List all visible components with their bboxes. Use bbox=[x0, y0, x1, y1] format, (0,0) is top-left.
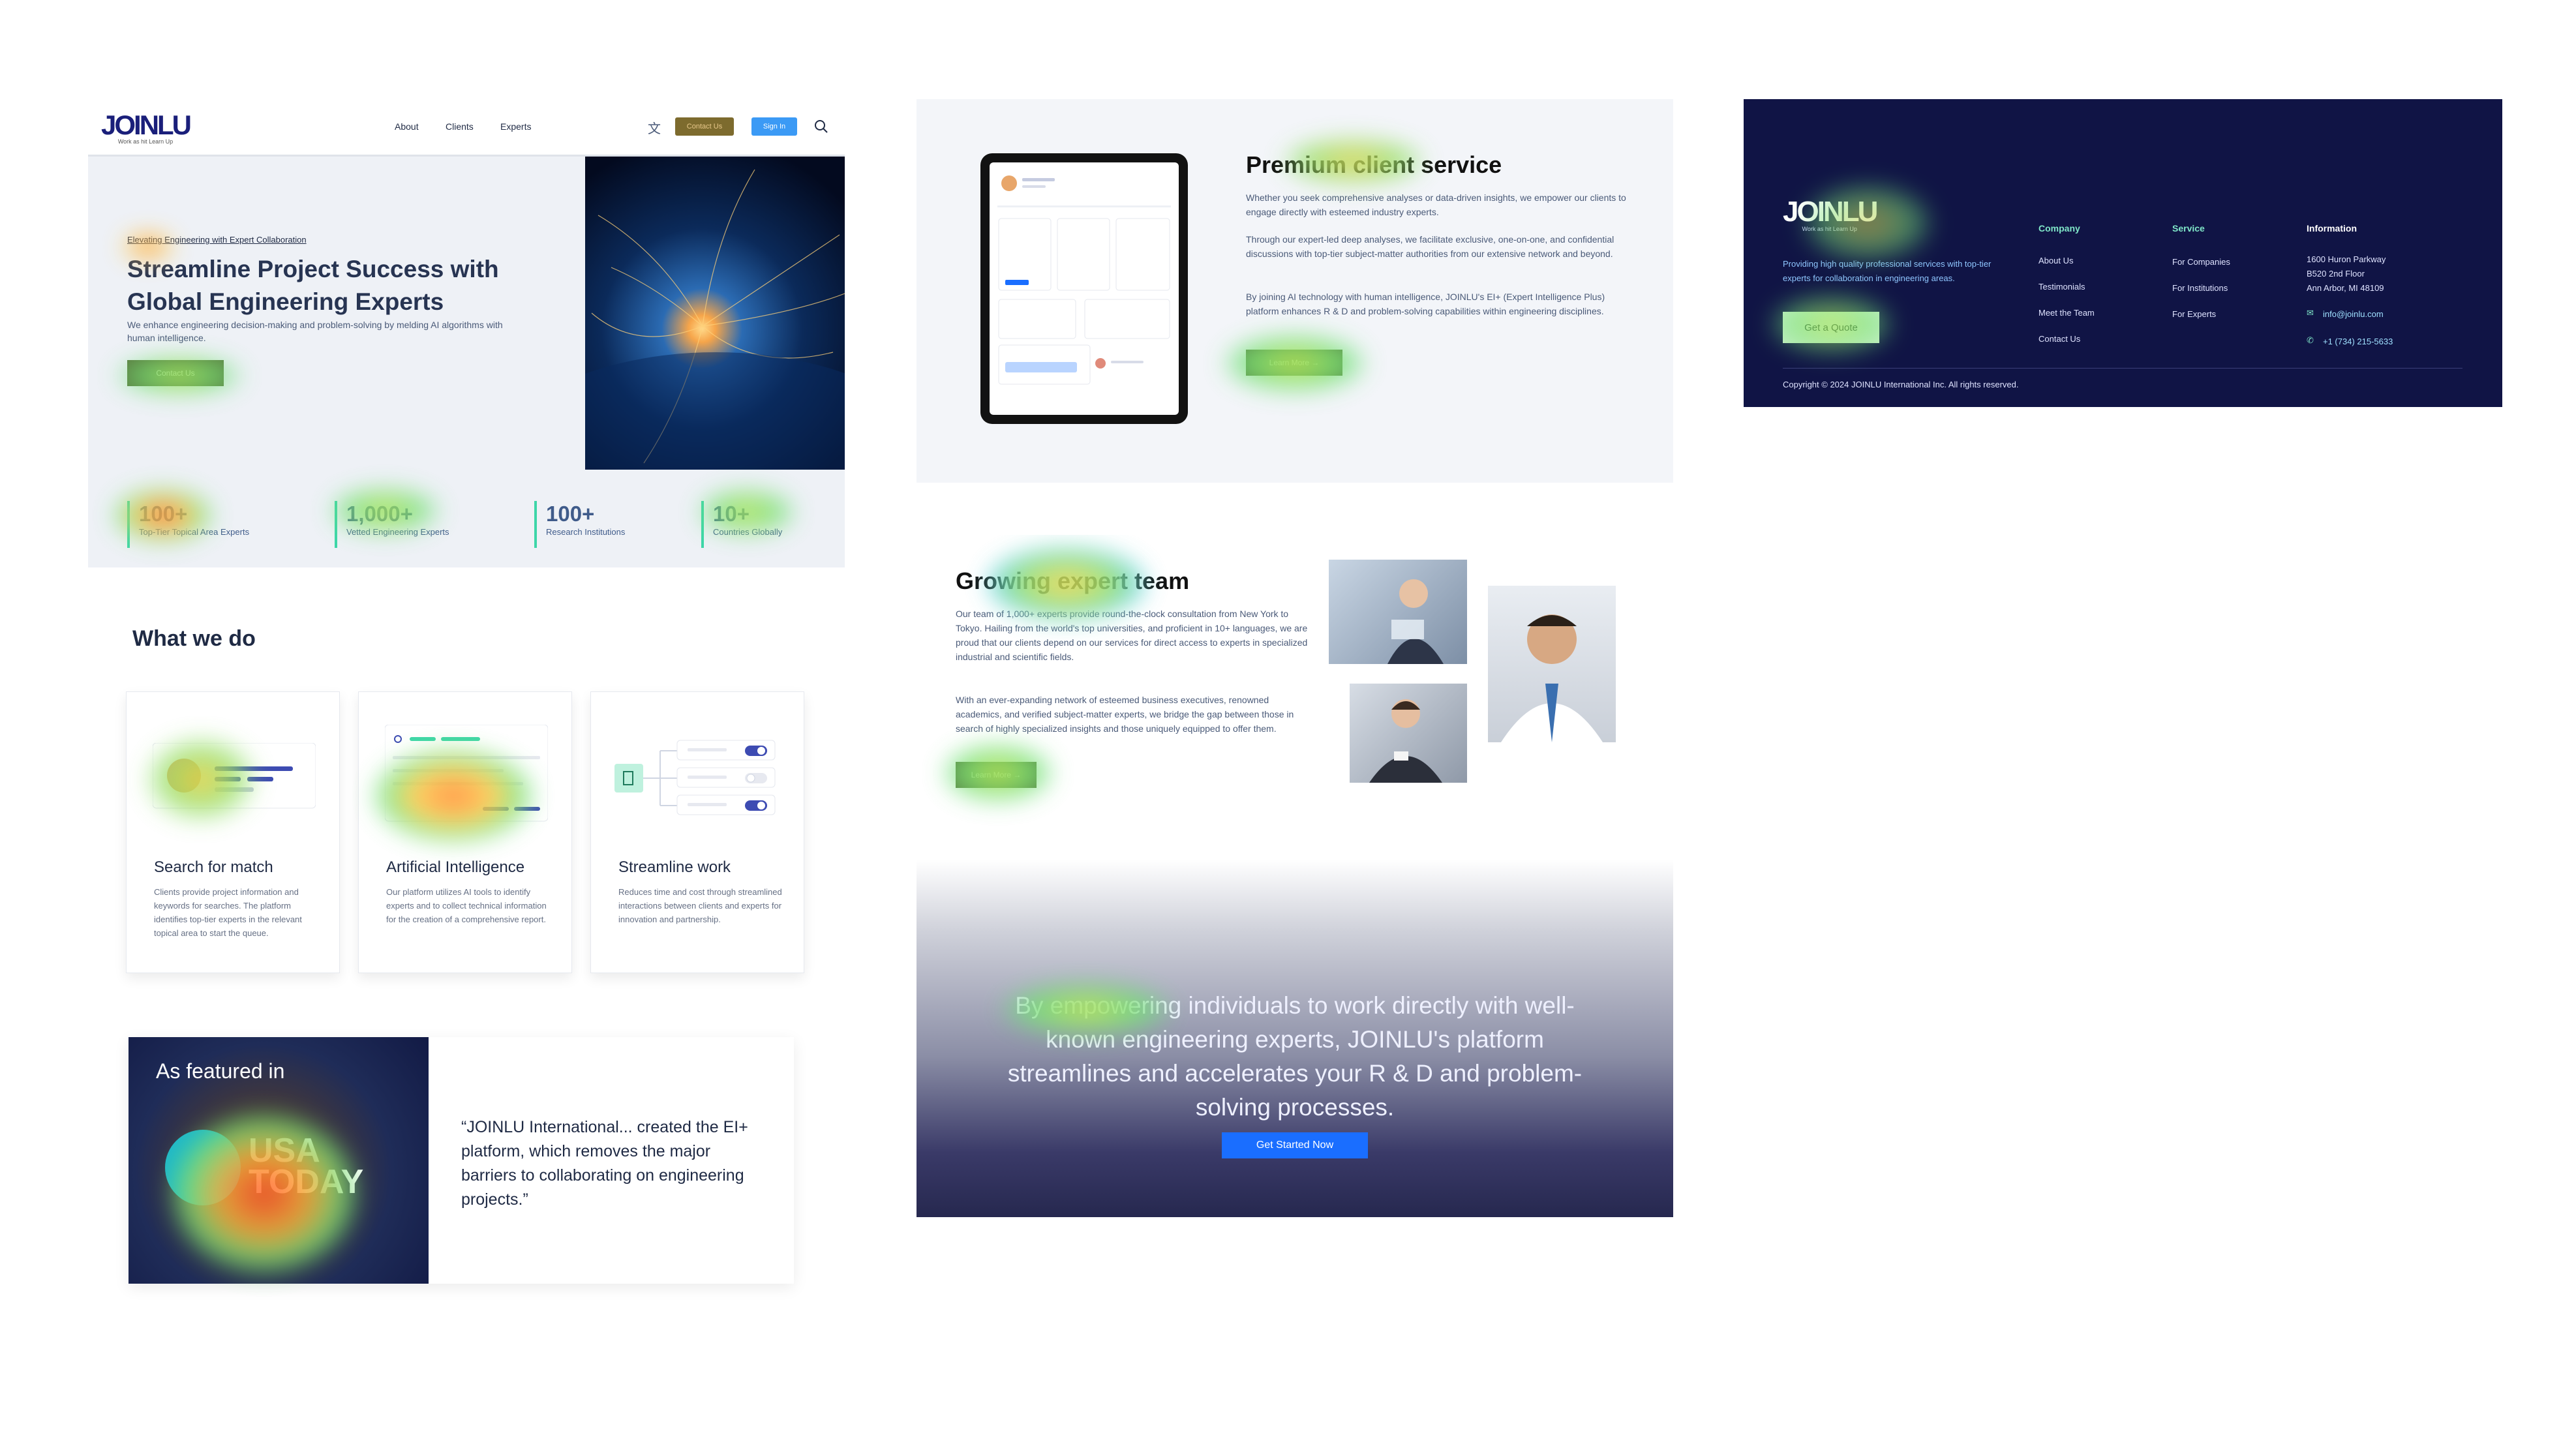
usa-today-logo: USA TODAY bbox=[249, 1132, 364, 1201]
footer-company-heading: Company bbox=[2038, 223, 2080, 234]
footer-link-testimonials[interactable]: Testimonials bbox=[2038, 282, 2085, 292]
footer-service-heading: Service bbox=[2172, 223, 2205, 234]
stat-label: Research Institutions bbox=[546, 527, 626, 537]
expert-photo-doctor bbox=[1488, 586, 1616, 742]
footer-link-about[interactable]: About Us bbox=[2038, 256, 2073, 265]
stat-value: 100+ bbox=[139, 502, 188, 526]
feature-card-streamline: Streamline work Reduces time and cost th… bbox=[590, 691, 804, 973]
get-started-banner: By empowering individuals to work direct… bbox=[917, 860, 1673, 1217]
sign-in-button[interactable]: Sign In bbox=[751, 117, 797, 136]
stat-value: 10+ bbox=[713, 502, 750, 526]
stat-value: 1,000+ bbox=[346, 502, 413, 526]
footer-email-link[interactable]: info@joinlu.com bbox=[2323, 309, 2384, 319]
ai-document-illustration bbox=[385, 725, 548, 822]
footer-panel: JOINLU Work as hit Learn Up Providing hi… bbox=[1744, 99, 2502, 407]
footer-link-experts[interactable]: For Experts bbox=[2172, 309, 2216, 319]
mail-icon: ✉ bbox=[2307, 308, 2314, 318]
stat-value: 100+ bbox=[546, 502, 595, 526]
expert-photo-speaker bbox=[1350, 684, 1467, 783]
get-started-button[interactable]: Get Started Now bbox=[1222, 1132, 1368, 1158]
footer-link-team[interactable]: Meet the Team bbox=[2038, 308, 2095, 318]
featured-heading: As featured in bbox=[156, 1059, 285, 1083]
hero-title: Streamline Project Success with Global E… bbox=[127, 256, 499, 315]
team-paragraph-1: Our team of 1,000+ experts provide round… bbox=[956, 609, 1308, 662]
hero-description: We enhance engineering decision-making a… bbox=[127, 320, 503, 343]
footer-phone-link[interactable]: +1 (734) 215-5633 bbox=[2323, 337, 2393, 346]
homepage-panel: JOINLU Work as hit Learn Up About Client… bbox=[88, 98, 845, 1350]
as-featured-in-section: As featured in USA TODAY “JOINLU Interna… bbox=[129, 1037, 794, 1284]
nav-clients-link[interactable]: Clients bbox=[446, 121, 474, 132]
tablet-screen bbox=[990, 162, 1179, 415]
what-we-do-heading: What we do bbox=[132, 626, 256, 651]
logo-line-today: TODAY bbox=[249, 1163, 364, 1201]
stat-item: 100+ Top-Tier Topical Area Experts bbox=[127, 501, 249, 548]
team-paragraph-2: With an ever-expanding network of esteem… bbox=[956, 695, 1294, 734]
footer-information-heading: Information bbox=[2307, 223, 2357, 234]
premium-paragraph-3: By joining AI technology with human inte… bbox=[1246, 292, 1605, 316]
translate-icon[interactable]: 文 bbox=[648, 118, 661, 137]
premium-service-panel: Premium client service Whether you seek … bbox=[917, 99, 1673, 483]
card-title: Streamline work bbox=[618, 858, 731, 876]
expert-photo-meeting bbox=[1329, 560, 1467, 664]
logo-text: JOINLU bbox=[101, 110, 192, 140]
card-body: Reduces time and cost through streamline… bbox=[618, 887, 782, 924]
footer-address-line3: Ann Arbor, MI 48109 bbox=[2307, 283, 2384, 293]
footer-copyright: Copyright © 2024 JOINLU International In… bbox=[1783, 380, 2019, 389]
footer-address-line2: B520 2nd Floor bbox=[2307, 269, 2365, 279]
feature-card-search: Search for match Clients provide project… bbox=[126, 691, 340, 973]
premium-paragraph-1: Whether you seek comprehensive analyses … bbox=[1246, 192, 1626, 217]
premium-title: Premium client service bbox=[1246, 151, 1502, 178]
get-a-quote-button[interactable]: Get a Quote bbox=[1783, 312, 1879, 343]
stat-label: Countries Globally bbox=[713, 527, 783, 537]
usa-today-logo-circle bbox=[165, 1130, 241, 1205]
featured-logo-panel: As featured in USA TODAY bbox=[129, 1037, 429, 1284]
stat-item: 100+ Research Institutions bbox=[534, 501, 625, 548]
card-body: Clients provide project information and … bbox=[154, 887, 302, 938]
card-title: Artificial Intelligence bbox=[386, 858, 525, 876]
toggle-settings-illustration bbox=[614, 740, 776, 815]
joinlu-logo[interactable]: JOINLU Work as hit Learn Up bbox=[101, 110, 192, 145]
team-title: Growing expert team bbox=[956, 567, 1190, 594]
stat-item: 10+ Countries Globally bbox=[701, 501, 782, 548]
footer-divider bbox=[1783, 368, 2462, 369]
tablet-mockup bbox=[980, 153, 1188, 424]
footer-link-institutions[interactable]: For Institutions bbox=[2172, 283, 2228, 293]
footer-link-companies[interactable]: For Companies bbox=[2172, 257, 2230, 267]
top-navbar: JOINLU Work as hit Learn Up About Client… bbox=[88, 98, 845, 157]
hero-contact-button[interactable]: Contact Us bbox=[127, 360, 224, 386]
expert-team-panel: Growing expert team Our team of 1,000+ e… bbox=[917, 535, 1673, 848]
contact-us-button[interactable]: Contact Us bbox=[675, 117, 734, 136]
banner-text: By empowering individuals to work direct… bbox=[1007, 992, 1583, 1121]
footer-logo-text: JOINLU bbox=[1783, 196, 1878, 228]
earth-network-image bbox=[585, 157, 845, 470]
footer-address-line1: 1600 Huron Parkway bbox=[2307, 254, 2386, 264]
stat-label: Vetted Engineering Experts bbox=[346, 527, 449, 537]
hero-kicker: Elevating Engineering with Expert Collab… bbox=[127, 235, 307, 245]
footer-link-contact[interactable]: Contact Us bbox=[2038, 334, 2080, 344]
stat-item: 1,000+ Vetted Engineering Experts bbox=[335, 501, 449, 548]
card-body: Our platform utilizes AI tools to identi… bbox=[386, 887, 547, 924]
premium-paragraph-2: Through our expert-led deep analyses, we… bbox=[1246, 234, 1614, 259]
feature-card-ai: Artificial Intelligence Our platform uti… bbox=[358, 691, 572, 973]
team-learn-more-button[interactable]: Learn More → bbox=[956, 762, 1037, 788]
search-icon[interactable] bbox=[813, 119, 829, 134]
search-match-illustration bbox=[153, 743, 316, 809]
card-title: Search for match bbox=[154, 858, 273, 876]
featured-quote: “JOINLU International... created the EI+… bbox=[461, 1118, 748, 1209]
stat-label: Top-Tier Topical Area Experts bbox=[139, 527, 250, 537]
phone-icon: ✆ bbox=[2307, 335, 2314, 345]
footer-about-text: Providing high quality professional serv… bbox=[1783, 259, 1992, 283]
logo-line-usa: USA bbox=[249, 1132, 320, 1170]
footer-logo[interactable]: JOINLU Work as hit Learn Up bbox=[1783, 196, 1878, 232]
nav-about-link[interactable]: About bbox=[395, 121, 419, 132]
premium-learn-more-button[interactable]: Learn More → bbox=[1246, 350, 1342, 376]
nav-experts-link[interactable]: Experts bbox=[500, 121, 531, 132]
